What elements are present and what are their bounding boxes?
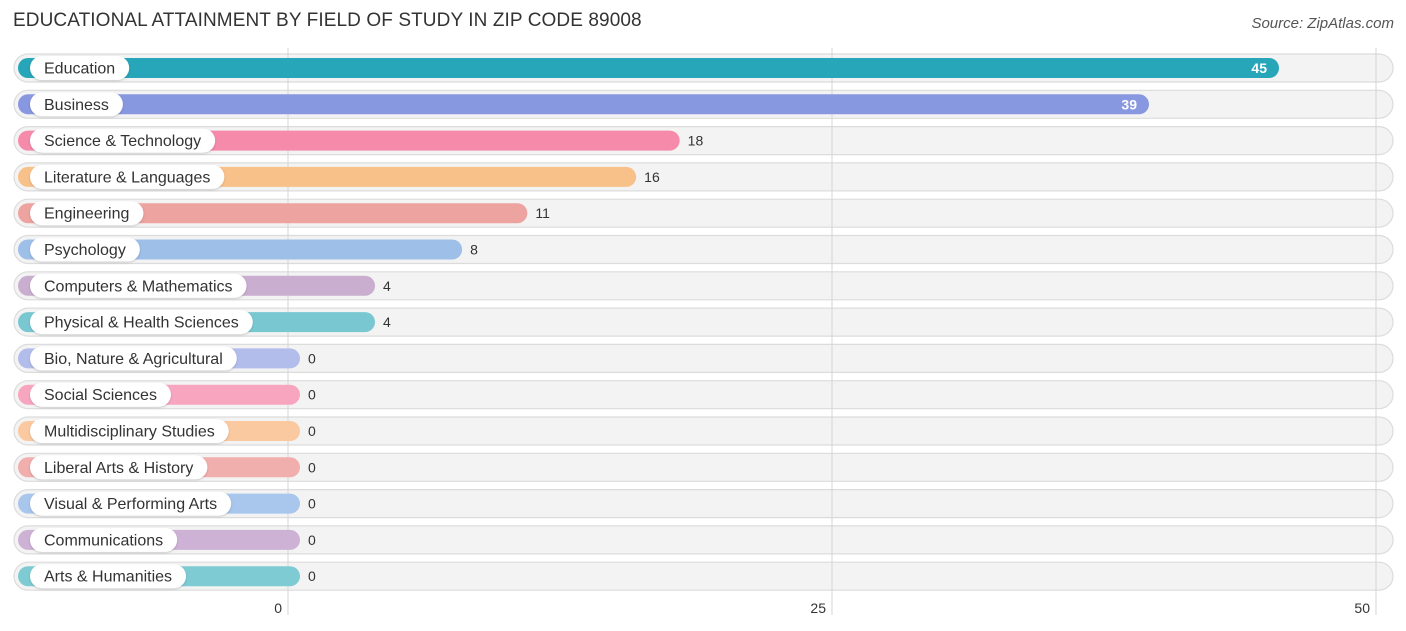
category-label: Computers & Mathematics (44, 278, 233, 295)
x-tick-label: 25 (810, 600, 826, 616)
value-label: 4 (383, 278, 391, 294)
value-label: 0 (308, 423, 316, 439)
x-tick-label: 0 (274, 600, 282, 616)
value-label: 18 (688, 133, 704, 149)
category-label: Science & Technology (44, 133, 201, 150)
value-label: 8 (470, 242, 478, 258)
value-label: 0 (308, 387, 316, 403)
category-label: Social Sciences (44, 387, 157, 404)
category-label: Liberal Arts & History (44, 460, 193, 477)
value-label: 16 (644, 169, 660, 185)
category-label: Business (44, 97, 109, 114)
category-label: Psychology (44, 242, 126, 259)
category-label: Physical & Health Sciences (44, 315, 239, 332)
value-label: 11 (535, 205, 550, 221)
bar-chart: Education 45 Business 39 Science & Technolog… (13, 48, 1394, 616)
value-label: 0 (308, 568, 316, 584)
value-label: 4 (383, 314, 391, 330)
value-label: 39 (1121, 96, 1137, 112)
category-label: Bio, Nature & Agricultural (44, 351, 223, 368)
category-label: Literature & Languages (44, 169, 210, 186)
value-label: 0 (308, 459, 316, 475)
value-label: 45 (1251, 60, 1267, 76)
category-label: Arts & Humanities (44, 569, 172, 586)
category-label: Multidisciplinary Studies (44, 424, 215, 441)
value-label: 0 (308, 496, 316, 512)
value-label: 0 (308, 350, 316, 366)
bar (18, 58, 1279, 78)
x-tick-label: 50 (1354, 600, 1370, 616)
bar (18, 94, 1149, 115)
category-label: Visual & Performing Arts (44, 496, 217, 513)
value-label: 0 (308, 532, 316, 548)
category-label: Engineering (44, 206, 129, 223)
category-label: Education (44, 61, 115, 78)
category-label: Communications (44, 532, 163, 549)
